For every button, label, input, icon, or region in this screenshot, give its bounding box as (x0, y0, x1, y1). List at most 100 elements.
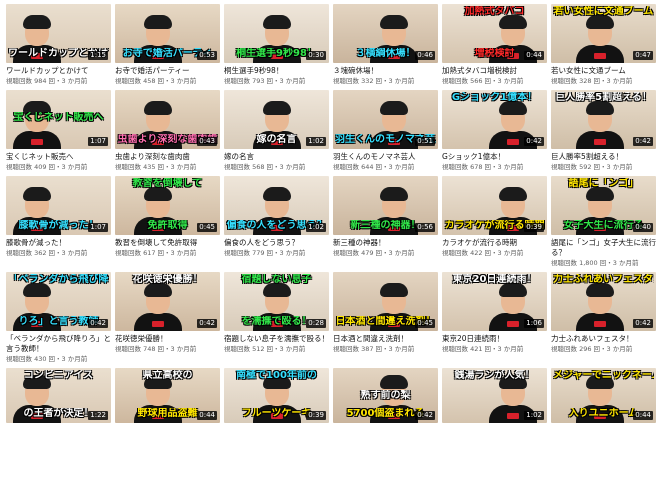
video-card[interactable]: 桐生選手9秒98！ 0:30 桐生選手9秒98！ 視聴回数 793 回・3 か月前 (224, 4, 329, 86)
video-title[interactable]: 膝歌骨が減った！ (6, 238, 111, 248)
video-title[interactable]: 巨人勝率5割超える！ (551, 152, 656, 162)
video-card[interactable]: コンビニアイス の王者が決定！ 1:22 (6, 368, 111, 423)
video-title[interactable]: 教習を倒壊して免許取得 (115, 238, 220, 248)
video-card[interactable]: ワールドカップとかけて 1:15 ワールドカップとかけて 視聴回数 984 回・3 か… (6, 4, 111, 86)
video-title[interactable]: Gショック1億本！ (442, 152, 547, 162)
video-thumbnail[interactable]: 桐生選手9秒98！ 0:30 (224, 4, 329, 63)
video-card[interactable]: 巨人勝率5割超える！ 0:42 巨人勝率5割超える！ 視聴回数 592 回・3 か月前 (551, 90, 656, 172)
thumbnail-caption: 花咲徳栄優勝！ (132, 274, 203, 285)
video-thumbnail[interactable]: メジャーでニックネーム 入りユニホーム 0:44 (551, 368, 656, 423)
presenter-hair (262, 15, 291, 29)
video-thumbnail[interactable]: 力士ふれあいフェスタ！ 0:42 (551, 272, 656, 331)
video-thumbnail[interactable]: 嫁の名言 1:02 (224, 90, 329, 149)
video-thumbnail[interactable]: 南極で100年前の フルーツケーキ 0:39 (224, 368, 329, 423)
video-thumbnail[interactable]: ３横綱休場！ 0:46 (333, 4, 438, 63)
video-thumbnail[interactable]: 宿題しない息子 を濡撫で殴る！ 0:28 (224, 272, 329, 331)
video-thumbnail[interactable]: お寺で婚活パーティ 0:53 (115, 4, 220, 63)
video-thumbnail[interactable]: 花咲徳栄優勝！ 0:42 (115, 272, 220, 331)
video-title[interactable]: 東京20日連続雨！ (442, 334, 547, 344)
duration-badge: 0:44 (633, 411, 653, 420)
video-card[interactable]: 「ベランダから飛び降 りろ」と言う教師 0:42 「ベランダから飛び降りろ」と言う教師… (6, 272, 111, 364)
video-card[interactable]: 熟す前の梨 5700個盗まれる 0:42 (333, 368, 438, 423)
video-title[interactable]: お寺で婚活パーティー (115, 66, 220, 76)
duration-badge: 1:15 (88, 51, 108, 60)
video-card[interactable]: お寺で婚活パーティ 0:53 お寺で婚活パーティー 視聴回数 458 回・3 か月前 (115, 4, 220, 86)
thumbnail-caption: 語尾に「ンゴ」 (568, 178, 639, 189)
video-card[interactable]: 嫁の名言 1:02 嫁の名言 視聴回数 568 回・3 か月前 (224, 90, 329, 172)
video-card[interactable]: 膝軟骨が減った！ 1:07 膝歌骨が減った！ 視聴回数 362 回・3 か月前 (6, 176, 111, 268)
video-thumbnail[interactable]: 東京20日連続雨！ 1:06 (442, 272, 547, 331)
video-card[interactable]: 加熱式タバコ 増税検討 0:44 加熱式タバコ増税検討 視聴回数 566 回・3 か月前 (442, 4, 547, 86)
video-title[interactable]: 新三種の神器！ (333, 238, 438, 248)
shirt-logo (151, 321, 164, 327)
video-metadata: 視聴回数 566 回・3 か月前 (442, 77, 524, 85)
video-title[interactable]: 偏食の人をどう思う？ (224, 238, 329, 248)
video-thumbnail[interactable]: 膝軟骨が減った！ 1:07 (6, 176, 111, 235)
video-thumbnail[interactable]: 銭湯ランが人気！ 1:02 (442, 368, 547, 423)
video-title[interactable]: 花咲徳栄優勝！ (115, 334, 220, 344)
video-card[interactable]: 偏食の人をどう思う？ 1:02 偏食の人をどう思う？ 視聴回数 779 回・3 か月前 (224, 176, 329, 268)
video-title[interactable]: ワールドカップとかけて (6, 66, 111, 76)
video-card[interactable]: 宝くじネット販売へ 1:07 宝くじネット販売へ 視聴回数 409 回・3 か月前 (6, 90, 111, 172)
video-thumbnail[interactable]: 若い女性に文通ブーム 0:47 (551, 4, 656, 63)
presenter-figure (133, 281, 182, 331)
video-thumbnail[interactable]: 宝くじネット販売へ 1:07 (6, 90, 111, 149)
video-card[interactable]: 虫歯より深刻な歯肉歯 0:43 虫歯より深刻な歯肉歯 視聴回数 435 回・3 か月前 (115, 90, 220, 172)
video-card[interactable]: 日本酒と間違え洗剤！ 0:45 日本酒と間違え洗剤！ 視聴回数 387 回・3 か月前 (333, 272, 438, 364)
duration-badge: 0:42 (88, 319, 108, 328)
video-title[interactable]: 羽生くんのモノマネ芸人 (333, 152, 438, 162)
video-card[interactable]: 羽生くんのモノマネ芸人 0:51 羽生くんのモノマネ芸人 視聴回数 644 回・3 か… (333, 90, 438, 172)
video-title[interactable]: 加熱式タバコ増税検討 (442, 66, 547, 76)
video-metadata: 視聴回数 592 回・3 か月前 (551, 163, 633, 171)
video-thumbnail[interactable]: 熟す前の梨 5700個盗まれる 0:42 (333, 368, 438, 423)
video-thumbnail[interactable]: 巨人勝率5割超える！ 0:42 (551, 90, 656, 149)
video-card[interactable]: 新三種の神器！ 0:56 新三種の神器！ 視聴回数 479 回・3 か月前 (333, 176, 438, 268)
video-card[interactable]: 若い女性に文通ブーム 0:47 若い女性に文通ブーム 視聴回数 328 回・3 か月前 (551, 4, 656, 86)
video-thumbnail[interactable]: 偏食の人をどう思う？ 1:02 (224, 176, 329, 235)
thumbnail-caption: Gショック1億本！ (451, 92, 538, 103)
video-title[interactable]: 嫁の名言 (224, 152, 329, 162)
video-card[interactable]: カラオケが流行る時期 0:39 カラオケが流行る時期 視聴回数 422 回・3 か月前 (442, 176, 547, 268)
video-title[interactable]: 「ベランダから飛び降りろ」と言う教師！ (6, 334, 111, 354)
video-card[interactable]: 南極で100年前の フルーツケーキ 0:39 (224, 368, 329, 423)
video-card[interactable]: 教習を倒壊して 免許取得 0:45 教習を倒壊して免許取得 視聴回数 617 回・3 か… (115, 176, 220, 268)
video-card[interactable]: 力士ふれあいフェスタ！ 0:42 力士ふれあいフェスタ！ 視聴回数 296 回・3 か… (551, 272, 656, 364)
video-thumbnail[interactable]: 教習を倒壊して 免許取得 0:45 (115, 176, 220, 235)
video-card[interactable]: 宿題しない息子 を濡撫で殴る！ 0:28 宿題しない息子を濡撫で殴る！ 視聴回数 512… (224, 272, 329, 364)
video-title[interactable]: 宝くじネット販売へ (6, 152, 111, 162)
duration-badge: 1:07 (88, 223, 108, 232)
duration-badge: 0:42 (415, 411, 435, 420)
video-thumbnail[interactable]: 虫歯より深刻な歯肉歯 0:43 (115, 90, 220, 149)
video-thumbnail[interactable]: カラオケが流行る時期 0:39 (442, 176, 547, 235)
video-title[interactable]: 虫歯より深刻な歯肉歯 (115, 152, 220, 162)
video-title[interactable]: 力士ふれあいフェスタ！ (551, 334, 656, 344)
video-card[interactable]: ３横綱休場！ 0:46 ３塊碗休場！ 視聴回数 332 回・3 か月前 (333, 4, 438, 86)
video-metadata: 視聴回数 984 回・3 か月前 (6, 77, 88, 85)
video-card[interactable]: 銭湯ランが人気！ 1:02 (442, 368, 547, 423)
video-thumbnail[interactable]: 「ベランダから飛び降 りろ」と言う教師 0:42 (6, 272, 111, 331)
video-card[interactable]: 語尾に「ンゴ」 女子大生に流行る 0:40 語尾に「ンゴ」女子大生に流行る？ 視聴回数 … (551, 176, 656, 268)
video-title[interactable]: 語尾に「ンゴ」女子大生に流行る？ (551, 238, 656, 258)
video-title[interactable]: 宿題しない息子を濡撫で殴る！ (224, 334, 329, 344)
video-title[interactable]: 桐生選手9秒98！ (224, 66, 329, 76)
video-title[interactable]: ３塊碗休場！ (333, 66, 438, 76)
video-thumbnail[interactable]: ワールドカップとかけて 1:15 (6, 4, 111, 63)
video-card[interactable]: 東京20日連続雨！ 1:06 東京20日連続雨！ 視聴回数 421 回・3 か月前 (442, 272, 547, 364)
video-title[interactable]: カラオケが流行る時期 (442, 238, 547, 248)
video-thumbnail[interactable]: 語尾に「ンゴ」 女子大生に流行る 0:40 (551, 176, 656, 235)
video-thumbnail[interactable]: Gショック1億本！ 0:42 (442, 90, 547, 149)
video-thumbnail[interactable]: 県立高校の 野球用品盗難 0:44 (115, 368, 220, 423)
thumbnail-caption: 熟す前の梨 (360, 390, 411, 401)
video-thumbnail[interactable]: 加熱式タバコ 増税検討 0:44 (442, 4, 547, 63)
video-card[interactable]: Gショック1億本！ 0:42 Gショック1億本！ 視聴回数 678 回・3 か月前 (442, 90, 547, 172)
video-thumbnail[interactable]: 羽生くんのモノマネ芸人 0:51 (333, 90, 438, 149)
duration-badge: 0:46 (415, 51, 435, 60)
video-thumbnail[interactable]: 新三種の神器！ 0:56 (333, 176, 438, 235)
video-card[interactable]: 県立高校の 野球用品盗難 0:44 (115, 368, 220, 423)
video-card[interactable]: メジャーでニックネーム 入りユニホーム 0:44 (551, 368, 656, 423)
video-title[interactable]: 若い女性に文通ブーム (551, 66, 656, 76)
video-thumbnail[interactable]: 日本酒と間違え洗剤！ 0:45 (333, 272, 438, 331)
video-card[interactable]: 花咲徳栄優勝！ 0:42 花咲徳栄優勝！ 視聴回数 748 回・3 か月前 (115, 272, 220, 364)
video-thumbnail[interactable]: コンビニアイス の王者が決定！ 1:22 (6, 368, 111, 423)
video-title[interactable]: 日本酒と間違え洗剤！ (333, 334, 438, 344)
